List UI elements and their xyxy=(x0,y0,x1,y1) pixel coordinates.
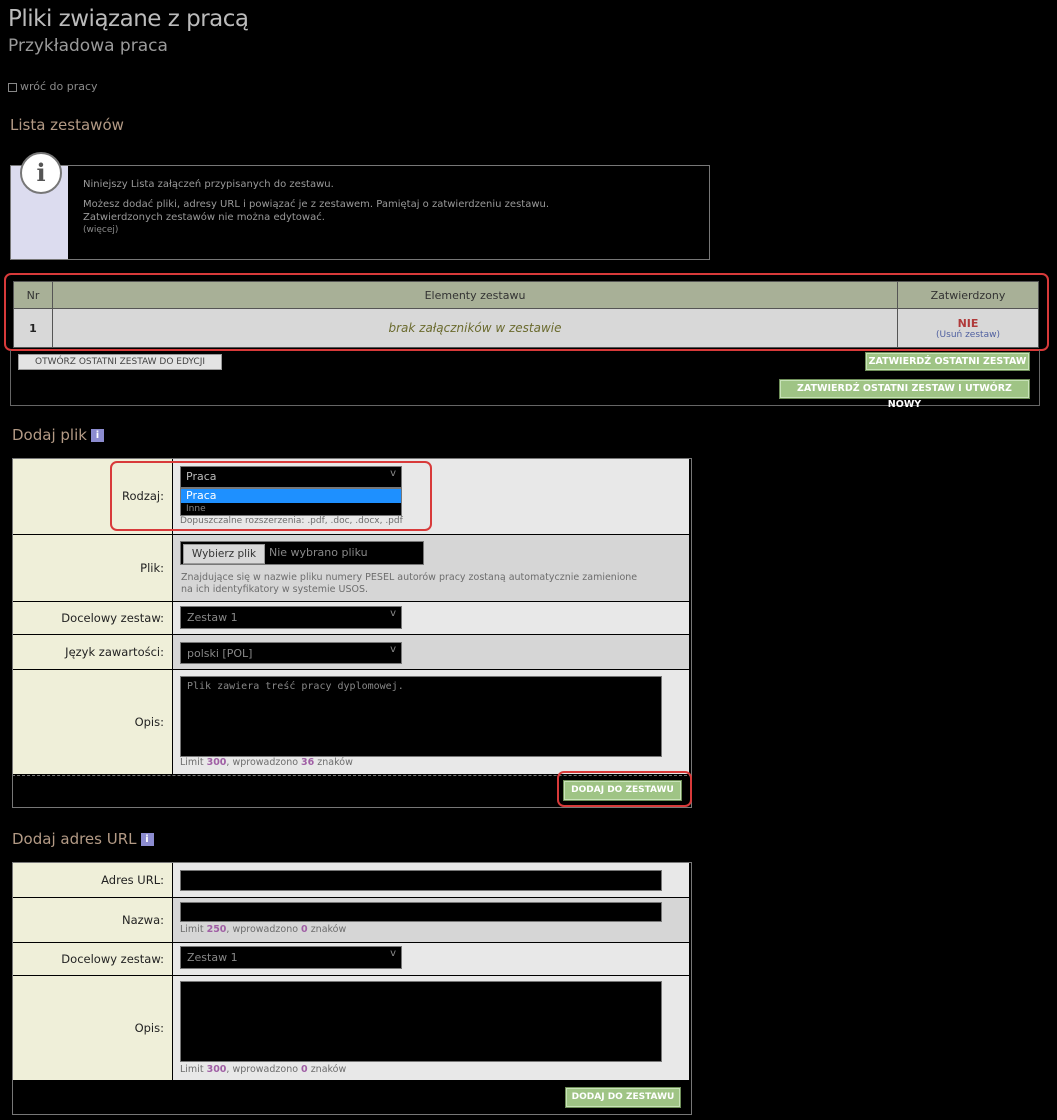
target-set-label: Docelowy zestaw: xyxy=(13,602,172,634)
url-description-textarea[interactable] xyxy=(180,981,662,1062)
type-dropdown: Praca Inne xyxy=(180,488,402,516)
url-target-set-label: Docelowy zestaw: xyxy=(13,943,172,975)
description-limit: Limit 300, wprowadzono 36 znaków xyxy=(180,757,353,768)
file-input[interactable]: Wybierz plik Nie wybrano pliku xyxy=(180,541,424,565)
back-link[interactable]: wróć do pracy xyxy=(8,80,98,93)
no-file-text: Nie wybrano pliku xyxy=(269,546,368,559)
type-hint: Dopuszczalne rozszerzenia: .pdf, .doc, .… xyxy=(180,516,403,526)
back-arrow-icon xyxy=(8,82,17,92)
target-set-select[interactable]: Zestaw 1v xyxy=(180,606,402,629)
info-text-1: Niniejszy Lista załączeń przypisanych do… xyxy=(83,179,334,190)
status-badge: NIE xyxy=(957,316,979,330)
url-description-limit: Limit 300, wprowadzono 0 znaków xyxy=(180,1064,347,1075)
info-icon[interactable]: i xyxy=(90,429,104,442)
delete-set-link[interactable]: (Usuń zestaw) xyxy=(899,330,1037,340)
url-input[interactable] xyxy=(180,870,662,891)
page-title: Pliki związane z pracą xyxy=(8,6,249,32)
type-select[interactable]: Praca v xyxy=(180,466,402,488)
type-option-selected[interactable]: Praca xyxy=(181,489,401,503)
add-file-submit-button[interactable]: DODAJ DO ZESTAWU xyxy=(564,781,681,800)
info-more-link[interactable]: (więcej) xyxy=(83,224,643,237)
info-icon: i xyxy=(20,152,62,194)
name-input[interactable] xyxy=(180,902,662,922)
page-subtitle: Przykładowa praca xyxy=(8,36,168,56)
choose-file-button[interactable]: Wybierz plik xyxy=(183,544,265,564)
chevron-down-icon: v xyxy=(390,948,396,959)
info-text-2: Możesz dodać pliki, adresy URL i powiąza… xyxy=(83,199,550,210)
add-file-title: Dodaj plik i xyxy=(12,426,104,444)
info-text-3: Zatwierdzonych zestawów nie można edytow… xyxy=(83,212,325,223)
url-description-label: Opis: xyxy=(13,976,172,1080)
info-icon[interactable]: i xyxy=(140,833,154,846)
chevron-down-icon: v xyxy=(390,468,396,479)
add-url-submit-button[interactable]: DODAJ DO ZESTAWU xyxy=(566,1088,680,1107)
language-select[interactable]: polski [POL] v xyxy=(180,642,402,664)
url-label: Adres URL: xyxy=(13,863,172,897)
approve-and-new-set-button[interactable]: ZATWIERDŹ OSTATNI ZESTAW I UTWÓRZ NOWY xyxy=(780,380,1029,410)
row-elements: brak załączników w zestawie xyxy=(52,308,898,348)
add-url-title: Dodaj adres URL i xyxy=(12,830,154,848)
col-nr: Nr xyxy=(13,281,53,309)
language-label: Język zawartości: xyxy=(13,635,172,669)
col-elements: Elementy zestawu xyxy=(52,281,898,309)
file-label: Plik: xyxy=(13,535,172,601)
file-hint: Znajdujące się w nazwie pliku numery PES… xyxy=(181,572,638,595)
sets-section-title: Lista zestawów xyxy=(10,116,124,134)
chevron-down-icon: v xyxy=(390,644,396,655)
name-label: Nazwa: xyxy=(13,898,172,942)
chevron-down-icon: v xyxy=(390,608,396,619)
type-option[interactable]: Inne xyxy=(181,503,401,515)
table-row: 1 brak załączników w zestawie NIE (Usuń … xyxy=(13,308,1039,348)
sets-table: Nr Elementy zestawu Zatwierdzony 1 brak … xyxy=(13,281,1039,348)
info-box: i Niniejszy Lista załączeń przypisanych … xyxy=(10,152,710,260)
open-last-set-button[interactable]: OTWÓRZ OSTATNI ZESTAW DO EDYCJI xyxy=(18,354,222,370)
description-textarea[interactable]: Plik zawiera treść pracy dyplomowej. xyxy=(180,676,662,757)
row-nr: 1 xyxy=(13,308,53,348)
col-approved: Zatwierdzony xyxy=(897,281,1039,309)
approve-last-set-button[interactable]: ZATWIERDŹ OSTATNI ZESTAW xyxy=(866,353,1029,370)
description-label: Opis: xyxy=(13,670,172,774)
url-target-set-select[interactable]: Zestaw 1v xyxy=(180,946,402,969)
name-limit: Limit 250, wprowadzono 0 znaków xyxy=(180,924,347,935)
